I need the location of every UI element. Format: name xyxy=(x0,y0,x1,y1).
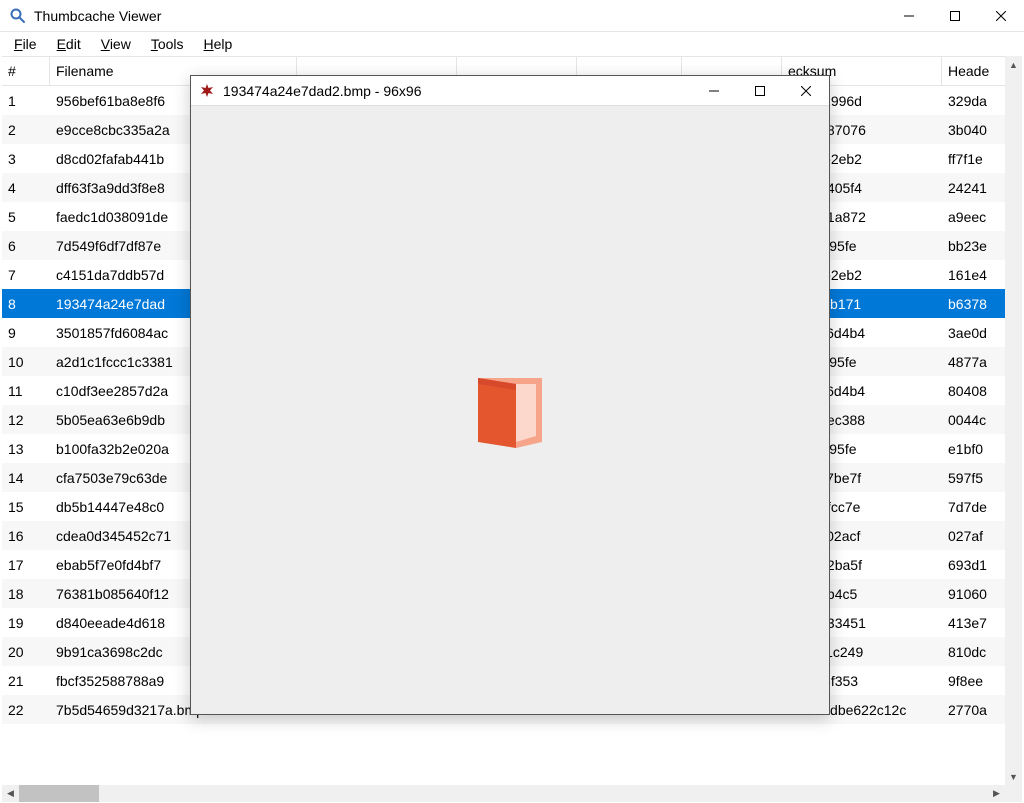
cell: 2 xyxy=(2,122,50,138)
menu-view[interactable]: View xyxy=(91,34,141,54)
cell: 22 xyxy=(2,702,50,718)
scroll-right-arrow[interactable]: ▶ xyxy=(988,785,1005,802)
cell: bb23e xyxy=(942,238,1012,254)
app-title: Thumbcache Viewer xyxy=(34,8,886,24)
preview-title: 193474a24e7dad2.bmp - 96x96 xyxy=(223,83,691,99)
menubar: File Edit View Tools Help xyxy=(0,32,1024,56)
cell: 17 xyxy=(2,557,50,573)
hscroll-track[interactable] xyxy=(19,785,988,802)
hscroll-thumb[interactable] xyxy=(19,785,99,802)
main-titlebar: Thumbcache Viewer xyxy=(0,0,1024,32)
menu-edit[interactable]: Edit xyxy=(47,34,91,54)
cell: 11 xyxy=(2,383,50,399)
cell: 15 xyxy=(2,499,50,515)
cell: 597f5 xyxy=(942,470,1012,486)
preview-window[interactable]: 193474a24e7dad2.bmp - 96x96 xyxy=(190,75,830,715)
cell: 21 xyxy=(2,673,50,689)
cell: ff7f1e xyxy=(942,151,1012,167)
preview-titlebar[interactable]: 193474a24e7dad2.bmp - 96x96 xyxy=(191,76,829,106)
preview-minimize-button[interactable] xyxy=(691,76,737,105)
scroll-left-arrow[interactable]: ◀ xyxy=(2,785,19,802)
cell: 8 xyxy=(2,296,50,312)
cell: 161e4 xyxy=(942,267,1012,283)
cell: 19 xyxy=(2,615,50,631)
maximize-button[interactable] xyxy=(932,0,978,31)
preview-close-button[interactable] xyxy=(783,76,829,105)
cell: 3ae0d xyxy=(942,325,1012,341)
folder-icon xyxy=(462,362,558,458)
cell: e1bf0 xyxy=(942,441,1012,457)
cell: 10 xyxy=(2,354,50,370)
cell: 5 xyxy=(2,209,50,225)
cell: 14 xyxy=(2,470,50,486)
preview-client-area xyxy=(191,106,829,714)
app-icon xyxy=(10,8,26,24)
cell: 12 xyxy=(2,412,50,428)
cell: 0044c xyxy=(942,412,1012,428)
cell: 329da xyxy=(942,93,1012,109)
close-button[interactable] xyxy=(978,0,1024,31)
cell: 9 xyxy=(2,325,50,341)
cell: b6378 xyxy=(942,296,1012,312)
cell: 16 xyxy=(2,528,50,544)
cell: 20 xyxy=(2,644,50,660)
cell: 24241 xyxy=(942,180,1012,196)
scroll-up-arrow[interactable]: ▲ xyxy=(1005,56,1022,73)
cell: 91060 xyxy=(942,586,1012,602)
cell: 1 xyxy=(2,93,50,109)
cell: 6 xyxy=(2,238,50,254)
col-number[interactable]: # xyxy=(2,57,50,85)
cell: 80408 xyxy=(942,383,1012,399)
menu-file[interactable]: File xyxy=(4,34,47,54)
menu-tools[interactable]: Tools xyxy=(141,34,194,54)
cell: 13 xyxy=(2,441,50,457)
cell: 4 xyxy=(2,180,50,196)
cell: 027af xyxy=(942,528,1012,544)
vscroll-track[interactable] xyxy=(1005,73,1022,768)
cell: 18 xyxy=(2,586,50,602)
menu-help[interactable]: Help xyxy=(194,34,243,54)
cell: 9f8ee xyxy=(942,673,1012,689)
scroll-corner xyxy=(1005,785,1022,802)
col-header[interactable]: Heade xyxy=(942,57,1012,85)
horizontal-scrollbar[interactable]: ◀ ▶ xyxy=(2,785,1005,802)
cell: 2770a xyxy=(942,702,1012,718)
cell: 693d1 xyxy=(942,557,1012,573)
cell: 7d7de xyxy=(942,499,1012,515)
cell: a9eec xyxy=(942,209,1012,225)
cell: 7 xyxy=(2,267,50,283)
cell: 810dc xyxy=(942,644,1012,660)
preview-icon xyxy=(199,83,215,99)
vertical-scrollbar[interactable]: ▲ ▼ xyxy=(1005,56,1022,785)
cell: 4877a xyxy=(942,354,1012,370)
preview-maximize-button[interactable] xyxy=(737,76,783,105)
cell: 3b040 xyxy=(942,122,1012,138)
minimize-button[interactable] xyxy=(886,0,932,31)
scroll-down-arrow[interactable]: ▼ xyxy=(1005,768,1022,785)
cell: 3 xyxy=(2,151,50,167)
cell: 413e7 xyxy=(942,615,1012,631)
